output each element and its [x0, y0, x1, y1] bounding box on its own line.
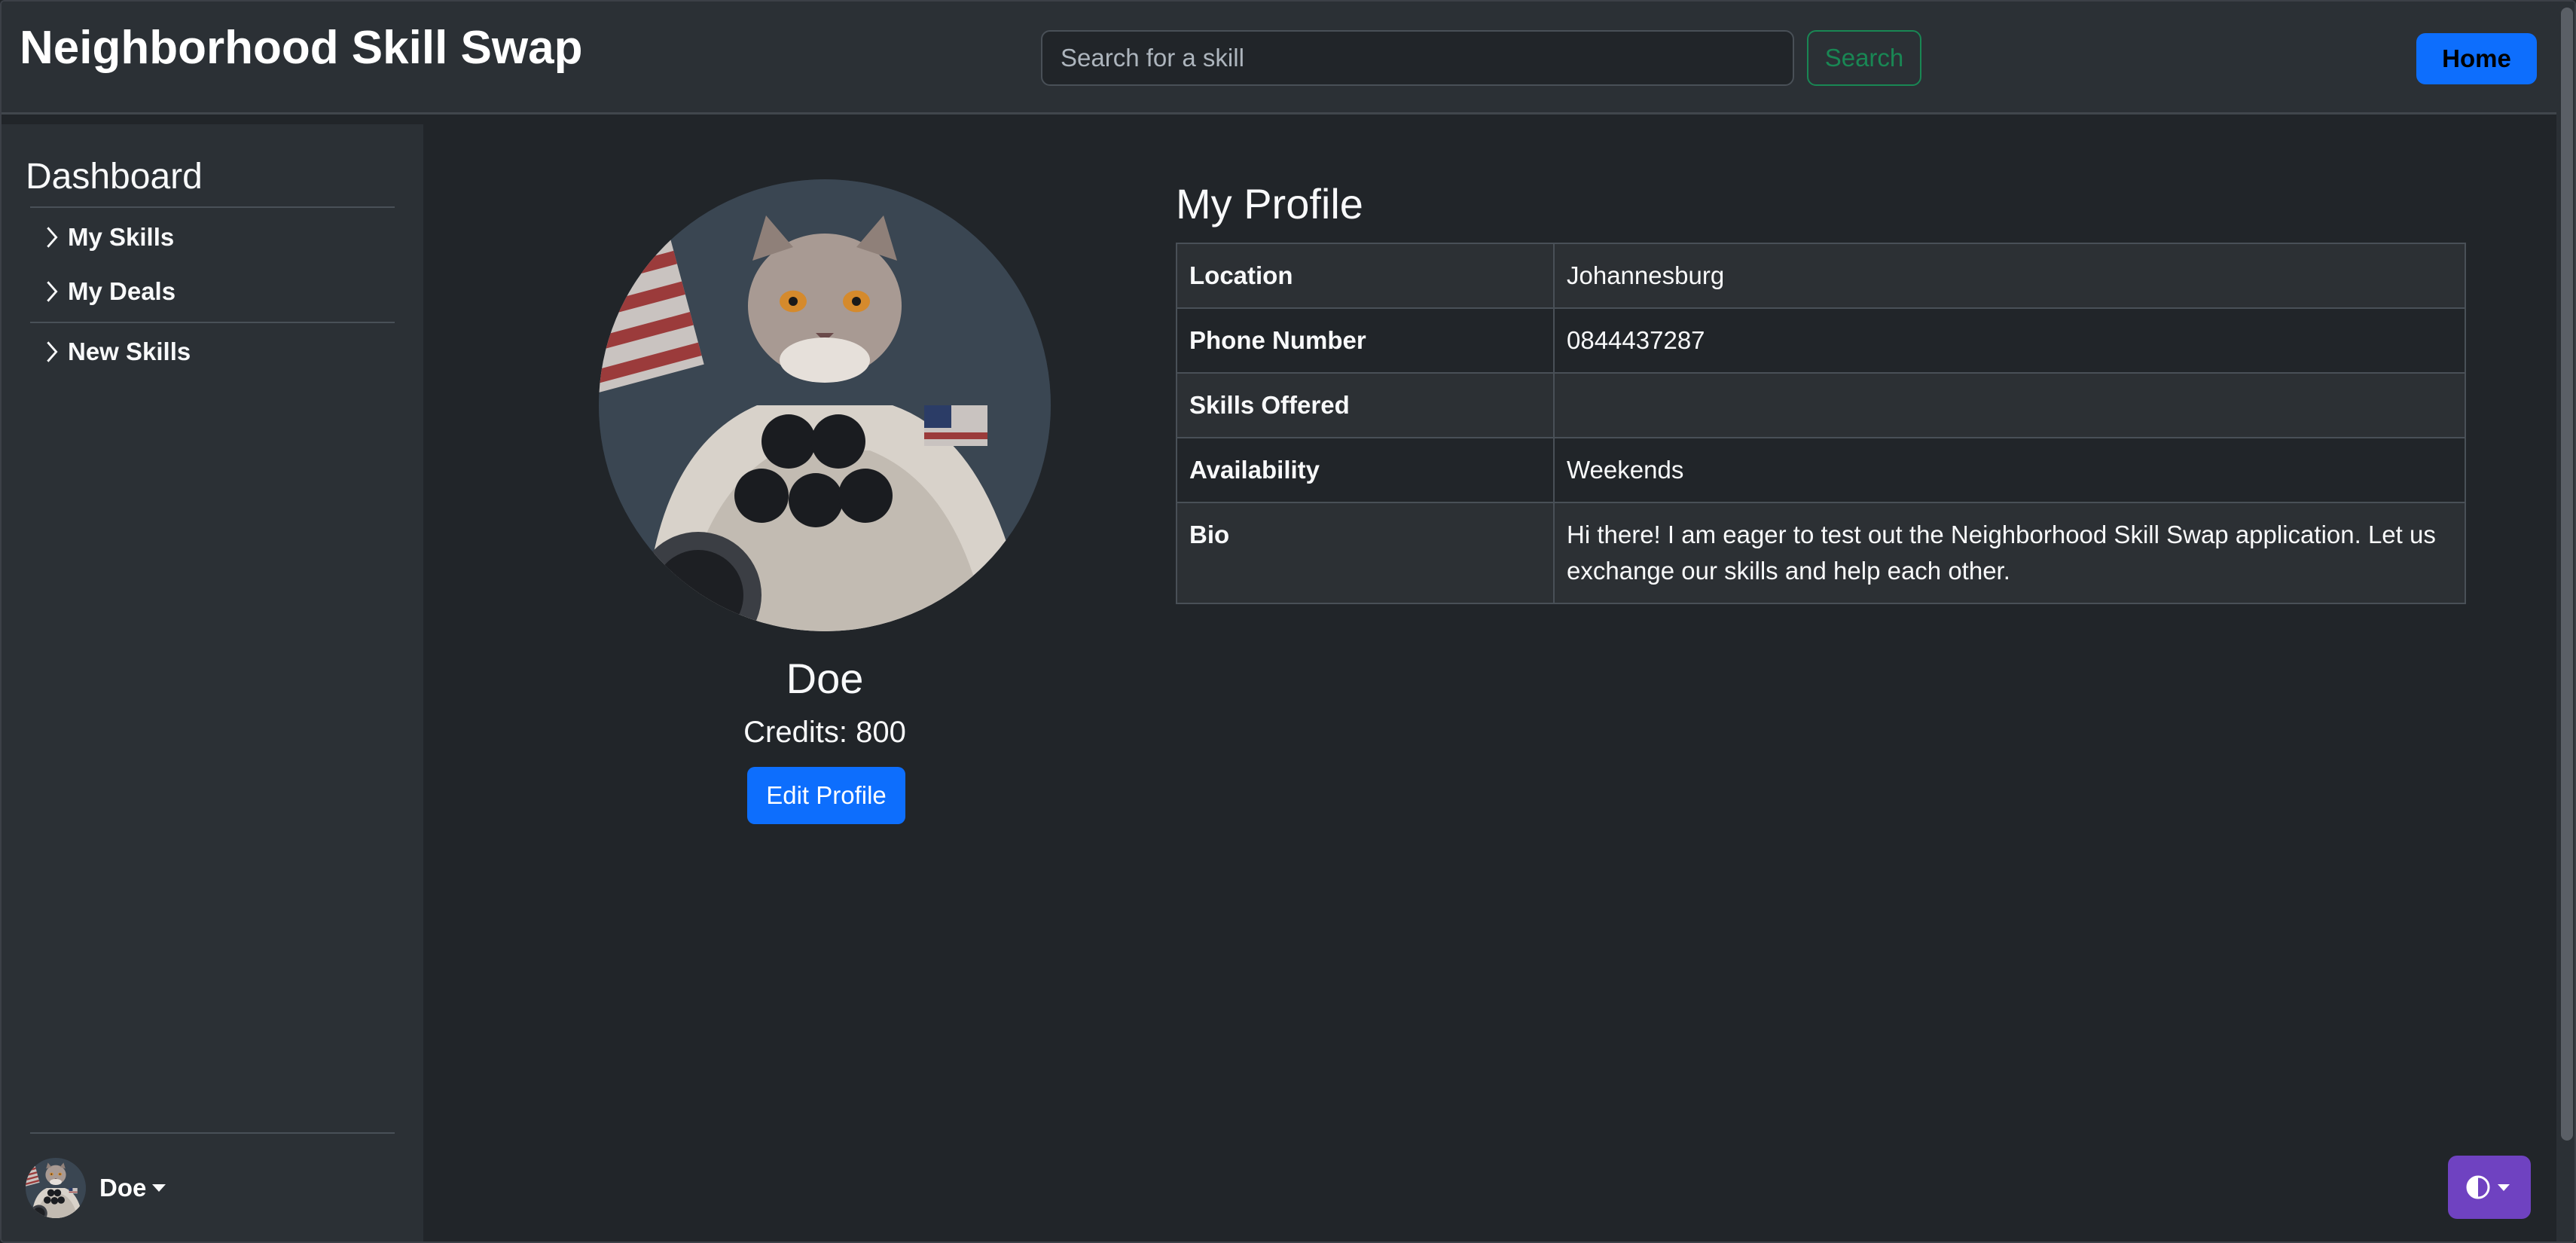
chevron-right-icon: [47, 281, 58, 302]
app-title[interactable]: Neighborhood Skill Swap: [20, 21, 582, 75]
user-menu[interactable]: Doe: [26, 1160, 166, 1216]
profile-details-table: Location Johannesburg Phone Number 08444…: [1176, 243, 2466, 604]
search-input[interactable]: [1041, 30, 1794, 86]
sidebar-divider: [30, 322, 395, 323]
sidebar-item-label: New Skills: [68, 337, 191, 365]
sidebar-divider: [30, 1132, 395, 1134]
search-button[interactable]: Search: [1807, 30, 1921, 86]
profile-credits: Credits: 800: [743, 716, 906, 749]
sidebar-title: Dashboard: [26, 157, 203, 197]
row-value: Weekends: [1553, 437, 2466, 503]
sidebar-item-my-deals[interactable]: My Deals: [42, 269, 175, 314]
sidebar-divider: [30, 206, 395, 208]
top-navbar: Neighborhood Skill Swap Search Home: [2, 2, 2574, 115]
caret-down-icon: [152, 1184, 166, 1192]
theme-toggle-button[interactable]: [2448, 1156, 2531, 1219]
sidebar-item-my-skills[interactable]: My Skills: [42, 215, 174, 260]
edit-profile-button[interactable]: Edit Profile: [747, 767, 905, 824]
row-key: Availability: [1176, 437, 1555, 503]
chevron-right-icon: [47, 341, 58, 362]
sidebar-item-label: My Skills: [68, 223, 175, 251]
table-row: Skills Offered: [1176, 372, 2466, 438]
row-key: Phone Number: [1176, 307, 1555, 374]
user-name: Doe: [99, 1174, 147, 1202]
sidebar: Dashboard My Skills My Deals New Skills: [2, 124, 423, 1241]
profile-name: Doe: [786, 655, 864, 702]
contrast-icon: [2466, 1175, 2510, 1199]
row-value: 0844437287: [1553, 307, 2466, 374]
chevron-right-icon: [47, 227, 58, 248]
table-row: Phone Number 0844437287: [1176, 307, 2466, 374]
scrollbar-thumb[interactable]: [2561, 8, 2573, 1141]
row-value: Johannesburg: [1553, 243, 2466, 309]
row-value: Hi there! I am eager to test out the Nei…: [1553, 502, 2466, 604]
user-avatar: [26, 1158, 86, 1218]
app-window: Neighborhood Skill Swap Search Home Dash…: [0, 0, 2576, 1243]
row-key: Skills Offered: [1176, 372, 1555, 438]
table-row: Bio Hi there! I am eager to test out the…: [1176, 502, 2466, 604]
row-key: Bio: [1176, 502, 1555, 604]
table-row: Location Johannesburg: [1176, 243, 2466, 309]
sidebar-item-new-skills[interactable]: New Skills: [42, 329, 191, 374]
profile-avatar: [599, 179, 1051, 631]
home-button[interactable]: Home: [2416, 33, 2537, 84]
sidebar-item-label: My Deals: [68, 277, 176, 305]
row-value: [1553, 372, 2466, 438]
row-key: Location: [1176, 243, 1555, 309]
table-row: Availability Weekends: [1176, 437, 2466, 503]
page-title: My Profile: [1176, 180, 1363, 228]
